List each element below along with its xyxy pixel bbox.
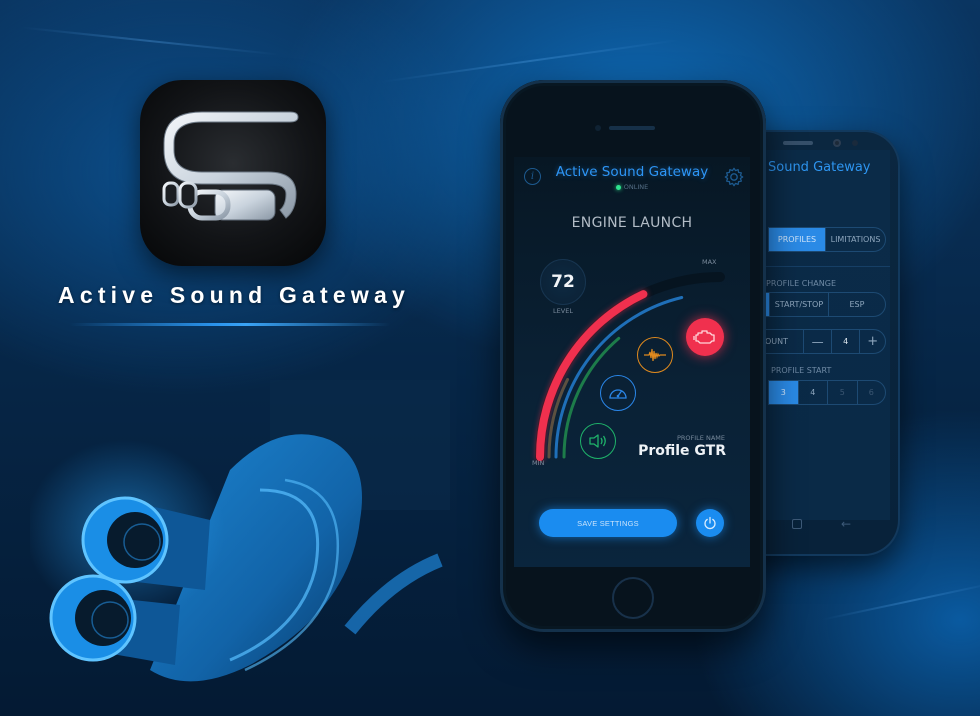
sound-wave-icon (644, 348, 666, 362)
home-button[interactable] (612, 577, 654, 619)
profile-change-options: START/STOP ESP (763, 292, 886, 317)
level-label: LEVEL (553, 307, 573, 315)
tab-profiles[interactable]: PROFILES (769, 228, 827, 251)
square-home-icon[interactable] (792, 519, 802, 529)
arrow-left-icon[interactable]: ← (841, 517, 851, 531)
exhaust-muffler-illustration (30, 380, 450, 682)
background-streak (821, 581, 980, 621)
background-streak (381, 39, 679, 83)
mode-sound-wave-button[interactable] (637, 337, 673, 373)
save-settings-button[interactable]: SAVE SETTINGS (539, 509, 677, 537)
sound-level-gauge[interactable] (514, 157, 750, 567)
profile-start-option-4[interactable]: 4 (799, 381, 828, 404)
android-speaker (783, 141, 813, 145)
android-camera (833, 139, 841, 147)
profile-start-options: 3 4 5 6 (768, 380, 886, 405)
count-decrement-button[interactable]: — (804, 330, 832, 353)
profile-start-option-3[interactable]: 3 (769, 381, 799, 404)
engine-check-icon (693, 330, 715, 344)
app-icon[interactable] (140, 80, 326, 266)
app-name-title: Active Sound Gateway (58, 282, 410, 308)
divider (756, 266, 890, 267)
title-underline (70, 323, 390, 326)
mode-speedometer-button[interactable] (600, 375, 636, 411)
tab-limitations[interactable]: LIMITATIONS (826, 228, 885, 251)
iphone-camera (595, 125, 601, 131)
mode-engine-button[interactable] (686, 318, 724, 356)
profile-change-option-esp[interactable]: ESP (829, 293, 885, 316)
profiles-limitations-tabs: PROFILES LIMITATIONS (768, 227, 886, 252)
speedometer-icon (609, 389, 627, 399)
gauge-max-label: MAX (702, 258, 717, 266)
profile-change-option-start-stop[interactable]: START/STOP (770, 293, 829, 316)
profile-start-option-5[interactable]: 5 (828, 381, 858, 404)
mode-speaker-button[interactable] (580, 423, 616, 459)
iphone-speaker (609, 126, 655, 130)
profile-name-value: Profile GTR (638, 443, 726, 459)
background-streak (20, 26, 280, 56)
android-sensor (852, 140, 858, 146)
profile-start-label: PROFILE START (771, 366, 832, 375)
level-value: 72 (540, 259, 586, 305)
count-value: 4 (832, 330, 861, 353)
profile-change-label: PROFILE CHANGE (766, 279, 837, 288)
profile-name-label: PROFILE NAME (676, 434, 725, 442)
count-increment-button[interactable]: + (860, 330, 885, 353)
count-stepper: OUNT — 4 + (756, 329, 886, 354)
profile-start-option-6[interactable]: 6 (858, 381, 886, 404)
power-icon (704, 516, 716, 530)
speaker-icon (589, 434, 606, 448)
s-exhaust-logo-icon (162, 111, 299, 221)
back-app-title: Sound Gateway (768, 160, 871, 175)
power-button[interactable] (696, 509, 724, 537)
gauge-min-label: MIN (532, 459, 545, 467)
